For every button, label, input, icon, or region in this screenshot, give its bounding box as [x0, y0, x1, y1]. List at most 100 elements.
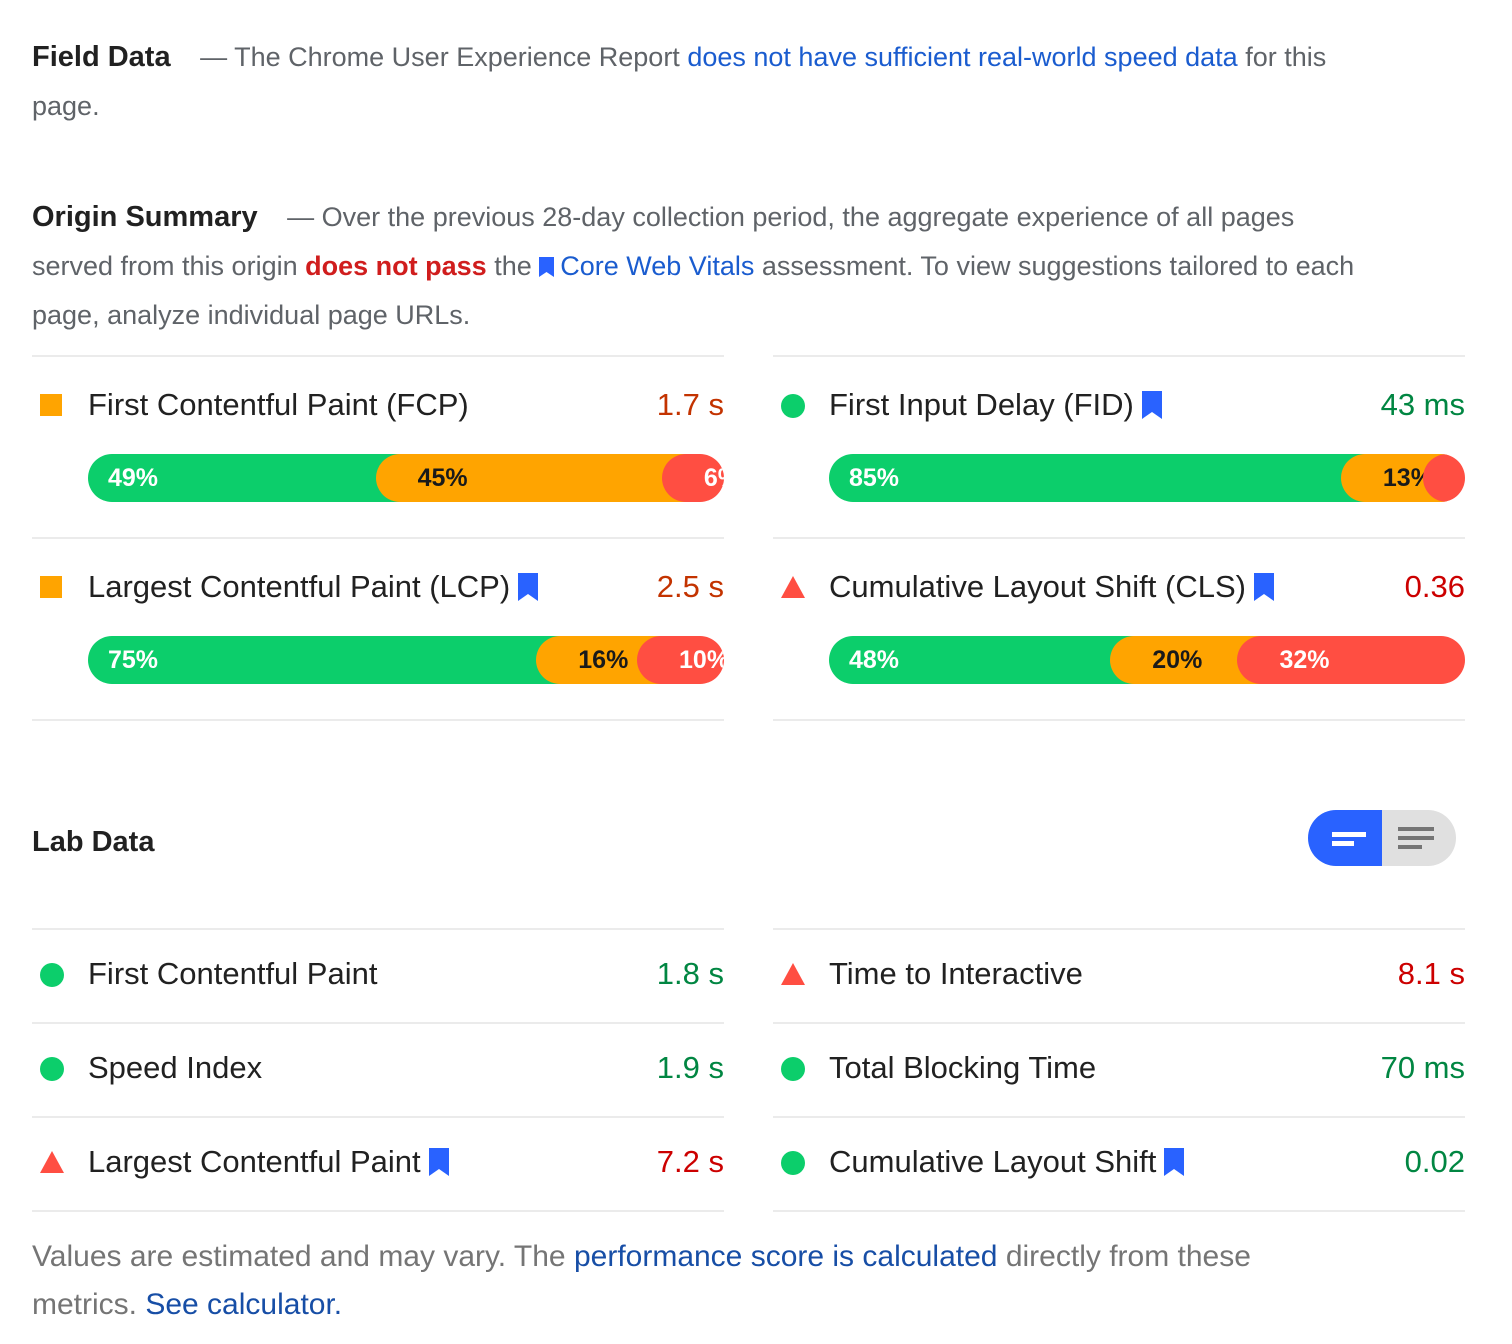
- poor-segment: 6%: [661, 454, 724, 502]
- metric-row: First Contentful Paint 1.8 s: [32, 928, 724, 1022]
- good-segment: 49%: [88, 454, 400, 502]
- segment-label: 48%: [849, 645, 900, 674]
- fail-triangle-icon: [32, 1142, 72, 1182]
- lab-metrics-right-column: Time to Interactive 8.1 s Total Blocking T…: [773, 928, 1465, 1212]
- segment-label: 49%: [108, 463, 159, 492]
- assessment-fail-text: does not pass: [305, 251, 487, 281]
- core-web-vitals-label: Core Web Vitals: [560, 251, 755, 281]
- metric-row: Largest Contentful Paint 7.2 s: [32, 1116, 724, 1212]
- dash: —: [287, 202, 315, 232]
- metric-header: Time to Interactive 8.1 s: [773, 954, 1465, 994]
- metric-header: First Input Delay (FID) 43 ms: [773, 385, 1465, 425]
- expand-line-icon: [1398, 845, 1422, 849]
- compact-view-button[interactable]: [1308, 810, 1382, 866]
- good-segment: 85%: [829, 454, 1365, 502]
- metric-value: 0.02: [1404, 1144, 1465, 1179]
- metric-value: 2.5 s: [656, 569, 724, 604]
- footer-text: Values are estimated and may vary. The: [32, 1240, 566, 1273]
- metric-name: Total Blocking Time: [829, 1050, 1097, 1085]
- core-web-vital-bookmark-icon[interactable]: [1253, 573, 1274, 601]
- bookmark-icon: [539, 257, 555, 277]
- metric-name: First Input Delay (FID): [829, 387, 1134, 422]
- origin-metrics-right-column: First Input Delay (FID) 43 ms 85%13%2% Cumu…: [773, 355, 1465, 721]
- metric-name: First Contentful Paint (FCP): [88, 387, 469, 422]
- metric-row: Largest Contentful Paint (LCP) 2.5 s 75% 16…: [32, 537, 724, 721]
- metric-header: First Contentful Paint (FCP) 1.7 s: [32, 385, 724, 425]
- distribution-bar: 85%13%2%: [829, 454, 1465, 502]
- distribution-bar: 49% 45% 6%: [88, 454, 724, 502]
- metric-row: First Input Delay (FID) 43 ms 85%13%2%: [773, 355, 1465, 537]
- average-square-icon: [32, 385, 72, 425]
- segment-label: 6%: [703, 463, 724, 492]
- origin-summary-title: Origin Summary: [32, 201, 258, 233]
- metric-row: Speed Index 1.9 s: [32, 1022, 724, 1116]
- origin-summary-text-2: the: [494, 251, 532, 281]
- see-calculator-link[interactable]: See calculator.: [145, 1288, 342, 1321]
- pass-circle-icon: [32, 954, 72, 994]
- metric-value: 8.1 s: [1397, 956, 1465, 991]
- segment-label: 16%: [578, 645, 629, 674]
- segment-label: 10%: [679, 645, 724, 674]
- metric-name: First Contentful Paint: [88, 956, 378, 991]
- expand-line-icon: [1398, 836, 1434, 840]
- metric-name: Cumulative Layout Shift (CLS): [829, 569, 1246, 604]
- lab-data-title: Lab Data: [32, 826, 155, 858]
- pass-circle-icon: [773, 385, 813, 425]
- segment-label: 85%: [849, 463, 900, 492]
- metric-header: Total Blocking Time 70 ms: [773, 1048, 1465, 1088]
- metric-header: Cumulative Layout Shift (CLS) 0.36: [773, 567, 1465, 607]
- view-toggle: [1308, 810, 1456, 866]
- metric-row: First Contentful Paint (FCP) 1.7 s 49% 45% 6…: [32, 355, 724, 537]
- insufficient-data-link[interactable]: does not have sufficient real-world spee…: [687, 42, 1237, 72]
- poor-segment: 2%: [1423, 454, 1465, 502]
- metric-value: 7.2 s: [656, 1144, 724, 1179]
- metric-header: Largest Contentful Paint (LCP) 2.5 s: [32, 567, 724, 607]
- metric-value: 1.9 s: [656, 1050, 724, 1085]
- field-data-intro: Field Data — The Chrome User Experience …: [32, 33, 1362, 131]
- core-web-vital-bookmark-icon[interactable]: [1141, 391, 1162, 419]
- pass-circle-icon: [773, 1142, 813, 1182]
- metric-name: Cumulative Layout Shift: [829, 1144, 1157, 1179]
- metric-header: First Contentful Paint 1.8 s: [32, 954, 724, 994]
- footer-note: Values are estimated and may vary. The p…: [32, 1233, 1362, 1329]
- core-web-vital-bookmark-icon[interactable]: [518, 573, 539, 601]
- dash: —: [200, 42, 228, 72]
- origin-summary-intro: Origin Summary — Over the previous 28-da…: [32, 193, 1362, 340]
- metric-header: Speed Index 1.9 s: [32, 1048, 724, 1088]
- average-square-icon: [32, 567, 72, 607]
- metric-value: 70 ms: [1380, 1050, 1465, 1085]
- segment-label: 20%: [1152, 645, 1203, 674]
- good-segment: 75%: [88, 636, 561, 684]
- pass-circle-icon: [773, 1048, 813, 1088]
- core-web-vitals-link[interactable]: Core Web Vitals: [539, 251, 754, 281]
- field-data-text: The Chrome User Experience Report: [234, 42, 680, 72]
- metric-row: Cumulative Layout Shift 0.02: [773, 1116, 1465, 1212]
- distribution-bar: 75% 16% 10%: [88, 636, 724, 684]
- metric-header: Cumulative Layout Shift 0.02: [773, 1142, 1465, 1182]
- metric-row: Cumulative Layout Shift (CLS) 0.36 48% 20% 3…: [773, 537, 1465, 721]
- metric-row: Total Blocking Time 70 ms: [773, 1022, 1465, 1116]
- good-segment: 48%: [829, 636, 1135, 684]
- metric-value: 1.8 s: [656, 956, 724, 991]
- field-data-title: Field Data: [32, 41, 171, 73]
- metric-name: Largest Contentful Paint: [88, 1144, 421, 1179]
- metric-value: 0.36: [1404, 569, 1465, 604]
- fail-triangle-icon: [773, 954, 813, 994]
- metric-value: 1.7 s: [656, 387, 724, 422]
- segment-label: 45%: [417, 463, 468, 492]
- expand-line-icon: [1398, 827, 1434, 831]
- origin-metrics-left-column: First Contentful Paint (FCP) 1.7 s 49% 45% 6…: [32, 355, 724, 721]
- performance-score-link[interactable]: performance score is calculated: [574, 1240, 998, 1273]
- expanded-view-button[interactable]: [1382, 810, 1456, 866]
- core-web-vital-bookmark-icon[interactable]: [428, 1148, 449, 1176]
- segment-label: 75%: [108, 645, 159, 674]
- lab-metrics-left-column: First Contentful Paint 1.8 s Speed Index 1.…: [32, 928, 724, 1212]
- metric-name: Largest Contentful Paint (LCP): [88, 569, 511, 604]
- pass-circle-icon: [32, 1048, 72, 1088]
- poor-segment: 32%: [1237, 636, 1465, 684]
- core-web-vital-bookmark-icon[interactable]: [1164, 1148, 1185, 1176]
- distribution-bar: 48% 20% 32%: [829, 636, 1465, 684]
- metric-name: Speed Index: [88, 1050, 263, 1085]
- poor-segment: 10%: [637, 636, 724, 684]
- fail-triangle-icon: [773, 567, 813, 607]
